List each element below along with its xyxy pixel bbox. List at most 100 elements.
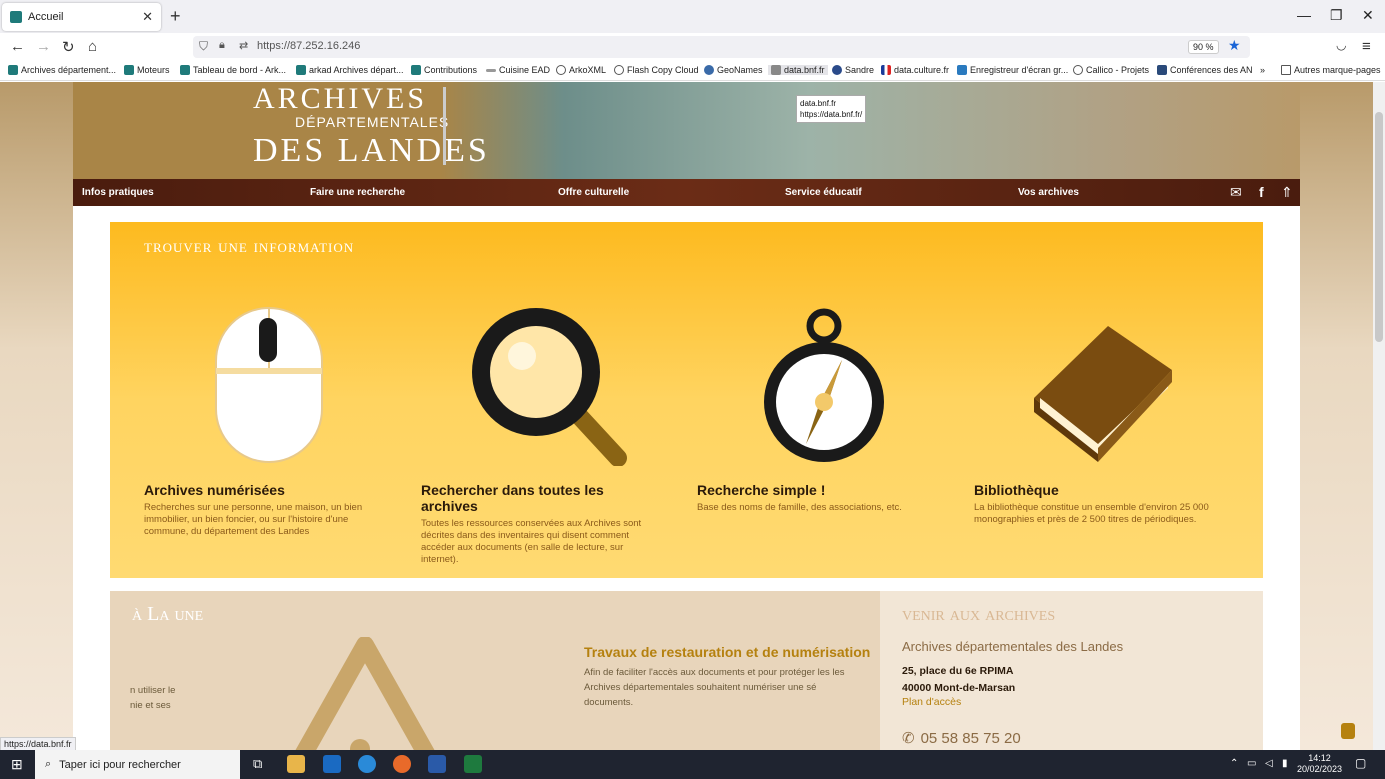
card-description: Base des noms de famille, des associatio… (697, 502, 902, 513)
scrollbar-thumb[interactable] (1375, 112, 1383, 342)
bookmark-favicon-icon (704, 65, 714, 75)
bookmark-item[interactable]: Moteurs (124, 65, 170, 75)
une-article-title[interactable]: Travaux de restauration et de numérisati… (584, 644, 870, 660)
taskbar-search-placeholder: Taper ici pour rechercher (59, 758, 181, 771)
bookmark-item[interactable]: Flash Copy Cloud (614, 65, 699, 75)
bookmark-item[interactable]: Conférences des AN (1157, 65, 1253, 75)
volume-icon[interactable]: ◁ (1265, 758, 1273, 769)
bookmark-item[interactable]: Cuisine EAD (486, 65, 550, 75)
mail-icon[interactable]: ✉ (1230, 184, 1242, 201)
bookmark-item[interactable]: Contributions (411, 65, 477, 75)
new-tab-icon[interactable]: + (170, 6, 181, 27)
card-rechercher-archives[interactable]: Rechercher dans toutes les archives Tout… (421, 482, 661, 566)
flag-icon (881, 65, 891, 75)
word-icon[interactable] (428, 755, 446, 773)
bookmark-item[interactable]: Sandre (832, 65, 874, 75)
battery-icon[interactable]: ▮ (1282, 758, 1288, 769)
task-view-icon[interactable]: ⧉ (253, 756, 262, 772)
minimize-icon[interactable]: — (1297, 7, 1311, 23)
bookmarks-overflow-icon[interactable]: » (1260, 65, 1265, 75)
bookmark-item[interactable]: data.culture.fr (881, 65, 949, 75)
network-icon[interactable]: ▭ (1247, 758, 1256, 769)
zoom-level-button[interactable]: 90 % (1188, 40, 1219, 54)
globe-icon (1073, 65, 1083, 75)
bookmark-star-icon[interactable]: ★ (1228, 37, 1241, 54)
find-info-title: trouver une information (144, 236, 355, 257)
phone-icon: ✆ (902, 730, 915, 747)
home-icon[interactable]: ⌂ (88, 38, 97, 55)
card-title[interactable]: Archives numérisées (144, 482, 384, 498)
tab-accueil[interactable]: Accueil ✕ (2, 3, 161, 31)
privacy-lock-icon[interactable] (1341, 723, 1355, 739)
bookmark-favicon-icon (486, 68, 496, 72)
bookmark-item[interactable]: Enregistreur d'écran gr... (957, 65, 1068, 75)
bookmark-tooltip: data.bnf.fr https://data.bnf.fr/ (796, 95, 867, 123)
menu-vos-archives[interactable]: Vos archives (1018, 187, 1079, 198)
bookmark-item[interactable]: Callico - Projets (1073, 65, 1149, 75)
logo-departementales[interactable]: DÉPARTEMENTALES (295, 114, 449, 130)
logo-landes[interactable]: DES LANDES (253, 132, 490, 170)
globe-icon (614, 65, 624, 75)
page-scrollbar[interactable] (1373, 82, 1385, 750)
book-icon[interactable] (1028, 316, 1178, 466)
bookmark-item[interactable]: Tableau de bord - Ark... (180, 65, 286, 75)
permissions-icon[interactable]: ⇄ (239, 39, 248, 52)
folder-icon (1281, 65, 1291, 75)
find-info-panel: trouver une information Archives numéris… (110, 222, 1263, 578)
close-window-icon[interactable]: ✕ (1362, 7, 1374, 24)
url-text[interactable]: https://87.252.16.246 (257, 40, 360, 52)
card-title[interactable]: Bibliothèque (974, 482, 1236, 498)
bookmark-item[interactable]: arkad Archives départ... (296, 65, 404, 75)
file-explorer-icon[interactable] (287, 755, 305, 773)
lock-icon[interactable]: 🔒︎ (219, 39, 225, 52)
restore-icon[interactable]: ❐ (1330, 7, 1343, 24)
menu-faire-une-recherche[interactable]: Faire une recherche (310, 187, 405, 198)
windows-start-icon[interactable]: ⊞ (11, 756, 23, 773)
bookmark-item[interactable]: GeoNames (704, 65, 763, 75)
card-title[interactable]: Rechercher dans toutes les archives (421, 482, 661, 514)
compass-icon[interactable] (762, 306, 887, 466)
back-icon[interactable]: ← (10, 38, 25, 55)
pocket-icon[interactable]: ◡ (1336, 38, 1346, 52)
outlook-icon[interactable] (323, 755, 341, 773)
main-content: trouver une information Archives numéris… (73, 206, 1300, 750)
bookmark-item[interactable]: Archives département... (8, 65, 116, 75)
status-bar-url: https://data.bnf.fr (0, 737, 76, 751)
bookmark-item[interactable]: Autres marque-pages (1281, 65, 1381, 75)
card-recherche-simple[interactable]: Recherche simple ! Base des noms de fami… (697, 482, 937, 514)
menu-service-educatif[interactable]: Service éducatif (785, 187, 862, 198)
scroll-top-icon[interactable]: ⇑ (1281, 184, 1293, 201)
firefox-icon[interactable] (393, 755, 411, 773)
menu-infos-pratiques[interactable]: Infos pratiques (82, 187, 154, 198)
card-bibliotheque[interactable]: Bibliothèque La bibliothèque constitue u… (974, 482, 1236, 526)
taskbar-search[interactable]: ⌕ Taper ici pour rechercher (35, 750, 240, 779)
tray-chevron-icon[interactable]: ⌃ (1230, 758, 1238, 769)
notifications-icon[interactable]: ▢ (1355, 756, 1366, 770)
phone-number: ✆ 05 58 85 75 20 (902, 730, 1021, 747)
warning-sign-icon (295, 637, 435, 750)
excel-icon[interactable] (464, 755, 482, 773)
magnifier-icon[interactable] (470, 306, 630, 466)
menu-offre-culturelle[interactable]: Offre culturelle (558, 187, 629, 198)
address-bar[interactable]: ⛉ 🔒︎ ⇄ https://87.252.16.246 90 % ★ (193, 36, 1250, 58)
shield-icon[interactable]: ⛉ (199, 39, 208, 54)
bookmark-item[interactable]: ArkoXML (556, 65, 606, 75)
site-banner: ARCHIVES DÉPARTEMENTALES DES LANDES (73, 82, 1300, 179)
bookmark-favicon-icon (832, 65, 842, 75)
logo-archives[interactable]: ARCHIVES (253, 82, 427, 116)
bookmark-item[interactable]: data.bnf.fr (768, 65, 828, 75)
card-description: La bibliothèque constitue un ensemble d'… (974, 502, 1209, 525)
bookmarks-bar: Archives département... Moteurs Tableau … (0, 61, 1385, 81)
reload-icon[interactable]: ↻ (62, 38, 75, 56)
card-title[interactable]: Recherche simple ! (697, 482, 937, 498)
close-tab-icon[interactable]: ✕ (142, 9, 153, 25)
edge-icon[interactable] (358, 755, 376, 773)
forward-icon[interactable]: → (36, 38, 51, 55)
facebook-icon[interactable]: f (1259, 184, 1264, 200)
tab-title: Accueil (28, 11, 64, 23)
card-archives-numerisees[interactable]: Archives numérisées Recherches sur une p… (144, 482, 384, 538)
mouse-icon[interactable] (214, 306, 326, 466)
plan-acces-link[interactable]: Plan d'accès (902, 696, 961, 708)
taskbar-clock[interactable]: 14:12 20/02/2023 (1297, 753, 1342, 775)
menu-icon[interactable]: ≡ (1362, 38, 1371, 55)
